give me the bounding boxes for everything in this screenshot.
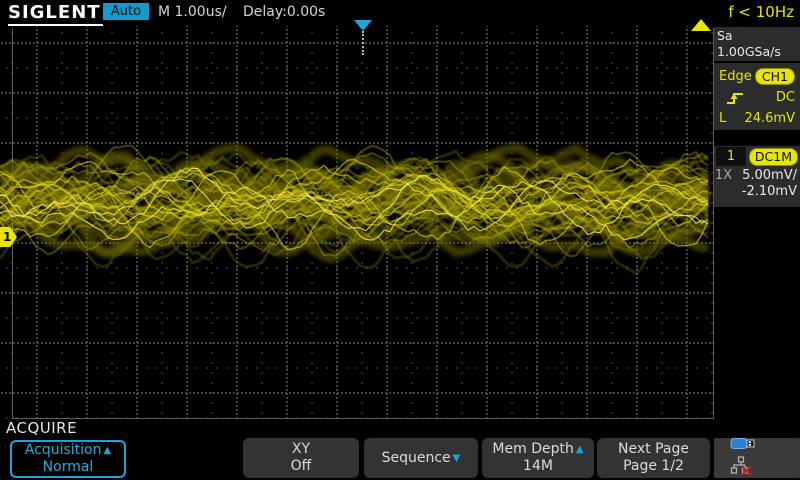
trigger-info-panel: Edge CH1 DC L 24.6mV	[714, 63, 800, 130]
status-icons-panel	[714, 438, 800, 478]
trigger-position-line	[362, 31, 364, 55]
menu-title: ACQUIRE	[6, 419, 77, 437]
acquisition-mode-button[interactable]: Acquisition ▲ Normal	[10, 440, 126, 478]
trigger-level-label: L	[719, 111, 726, 126]
trigger-level-readout: 24.6mV	[744, 111, 795, 126]
mem-depth-button-value: 14M	[523, 458, 553, 475]
xy-button-label: XY	[292, 441, 310, 458]
up-arrow-icon: ▲	[103, 442, 111, 459]
up-arrow-icon: ▲	[576, 441, 584, 458]
trigger-position-marker-icon[interactable]	[354, 20, 372, 31]
acquisition-button-value: Normal	[43, 459, 94, 476]
mem-depth-button[interactable]: Mem Depth ▲ 14M	[482, 438, 594, 478]
trigger-coupling-label: DC	[776, 90, 795, 105]
mem-depth-button-label: Mem Depth	[492, 441, 573, 458]
rising-edge-icon	[719, 90, 745, 106]
acquisition-info-panel: Sa 1.00GSa/s Curr 14.0kpts	[714, 27, 800, 61]
channel1-info-panel[interactable]: 1 DC1M 1X 5.00mV/ -2.10mV	[714, 146, 800, 207]
vertical-offset-readout: -2.10mV	[714, 183, 800, 199]
vertical-scale-readout: 5.00mV/	[742, 168, 797, 183]
xy-button-value: Off	[291, 458, 312, 475]
lan-disconnected-icon	[730, 456, 754, 480]
usb-icon	[730, 436, 756, 455]
acquisition-button-label: Acquisition	[25, 442, 102, 459]
probe-attenuation-label: 1X	[715, 168, 732, 183]
channel-number-label: 1	[716, 147, 746, 166]
top-status-bar: SIGLENT Auto M 1.00us/ Delay:0.00s f < 1…	[0, 0, 800, 26]
sequence-button[interactable]: Sequence ▼	[364, 438, 478, 478]
timebase-readout[interactable]: M 1.00us/	[158, 4, 227, 20]
next-page-button[interactable]: Next Page Page 1/2	[597, 438, 710, 478]
oscilloscope-screen: SIGLENT Auto M 1.00us/ Delay:0.00s f < 1…	[0, 0, 800, 480]
siglent-logo: SIGLENT	[8, 2, 103, 26]
frequency-counter: f < 10Hz	[728, 3, 794, 21]
sample-rate-readout: Sa 1.00GSa/s	[717, 28, 800, 60]
delay-readout[interactable]: Delay:0.00s	[243, 4, 325, 20]
waveform-canvas	[0, 26, 713, 419]
down-arrow-icon: ▼	[453, 450, 461, 467]
trigger-level-marker-icon[interactable]	[691, 19, 711, 31]
trigger-type-label: Edge	[719, 69, 752, 84]
next-page-button-label: Next Page	[618, 441, 689, 458]
next-page-button-value: Page 1/2	[623, 458, 684, 475]
xy-mode-button[interactable]: XY Off	[243, 438, 359, 478]
trigger-mode-badge[interactable]: Auto	[103, 3, 149, 20]
channel-coupling-badge: DC1M	[749, 148, 798, 166]
trigger-source-badge: CH1	[755, 68, 795, 85]
sequence-button-label: Sequence	[382, 450, 451, 467]
